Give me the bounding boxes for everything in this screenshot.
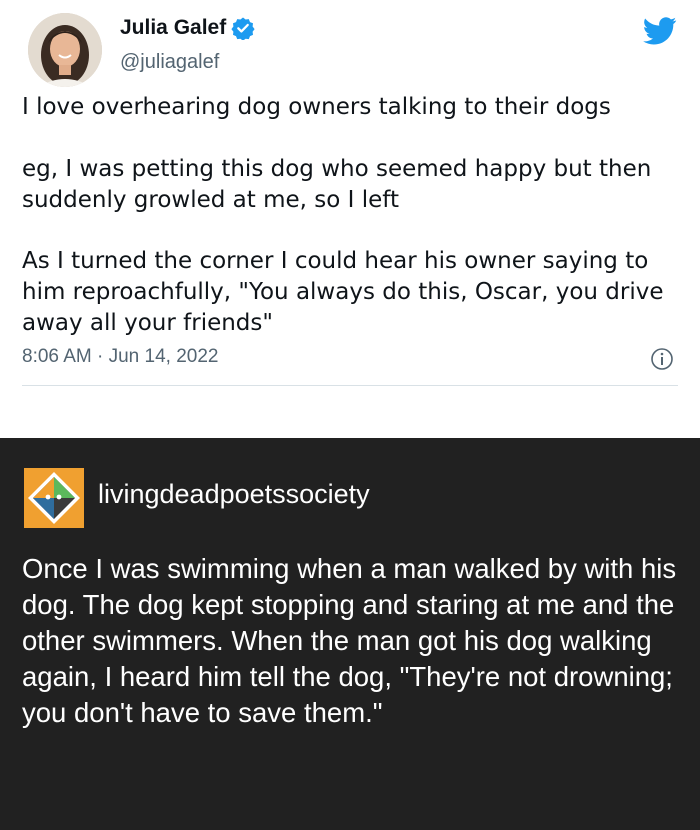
profile-photo	[28, 13, 102, 87]
tweet-card: Julia Galef @juliagalef I love overheari…	[0, 0, 700, 438]
info-icon[interactable]	[650, 347, 674, 371]
tweet-text-paragraph: I love overhearing dog owners talking to…	[22, 94, 611, 120]
avatar[interactable]	[28, 13, 102, 87]
author-name-row: Julia Galef	[120, 16, 255, 40]
display-name[interactable]: Julia Galef	[120, 16, 226, 40]
tweet-text-paragraph: As I turned the corner I could hear his …	[22, 248, 664, 336]
tumblr-post: livingdeadpoetssociety Once I was swimmi…	[0, 438, 700, 830]
verified-badge-icon	[231, 17, 255, 40]
twitter-bird-icon[interactable]	[643, 17, 677, 45]
divider	[22, 385, 678, 386]
tweet-text-paragraph: eg, I was petting this dog who seemed ha…	[22, 156, 652, 213]
post-body-text: Once I was swimming when a man walked by…	[22, 553, 677, 728]
blog-name[interactable]: livingdeadpoetssociety	[98, 479, 370, 510]
handle[interactable]: @juliagalef	[120, 51, 219, 74]
tweet-timestamp[interactable]: 8:06 AM · Jun 14, 2022	[22, 346, 218, 368]
blog-avatar-icon[interactable]	[24, 468, 84, 528]
